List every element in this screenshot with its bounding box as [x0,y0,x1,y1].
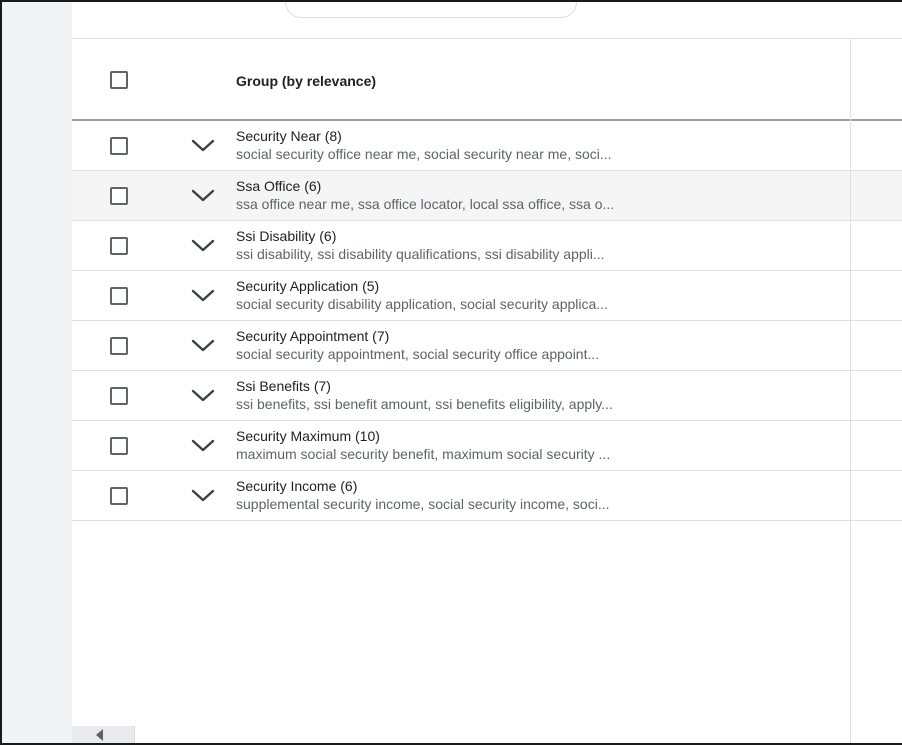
chevron-down-icon[interactable] [190,238,216,254]
chevron-down-icon[interactable] [190,188,216,204]
table-row[interactable]: Security Near (8) social security office … [72,121,902,171]
chevron-down-icon[interactable] [190,288,216,304]
row-checkbox[interactable] [110,287,128,305]
top-toolbar-strip [72,0,902,39]
horizontal-scrollbar[interactable] [72,726,135,745]
table-row[interactable]: Security Income (6) supplemental security… [72,471,902,521]
table-row[interactable]: Ssa Office (6) ssa office near me, ssa of… [72,171,902,221]
group-title[interactable]: Ssi Disability (6) [236,228,336,244]
table-header-row: Group (by relevance) [72,39,902,121]
group-title[interactable]: Ssi Benefits (7) [236,378,331,394]
group-keywords: ssa office near me, ssa office locator, … [236,196,615,212]
table-row[interactable]: Security Application (5) social security … [72,271,902,321]
group-title[interactable]: Security Appointment (7) [236,328,389,344]
group-keywords: social security appointment, social secu… [236,346,600,362]
table-row[interactable]: Ssi Disability (6) ssi disability, ssi di… [72,221,902,271]
column-divider [850,39,851,745]
chevron-down-icon[interactable] [190,438,216,454]
group-title[interactable]: Security Income (6) [236,478,357,494]
group-keywords: maximum social security benefit, maximum… [236,446,611,462]
group-column-header[interactable]: Group (by relevance) [236,73,376,89]
chevron-down-icon[interactable] [190,488,216,504]
row-checkbox[interactable] [110,337,128,355]
row-checkbox[interactable] [110,487,128,505]
select-all-checkbox[interactable] [110,71,128,89]
group-keywords: supplemental security income, social sec… [236,496,610,512]
group-keywords: ssi disability, ssi disability qualifica… [236,246,605,262]
row-checkbox[interactable] [110,137,128,155]
row-checkbox[interactable] [110,187,128,205]
keyword-groups-table: Group (by relevance) Security Near (8) so… [72,39,902,521]
table-row[interactable]: Security Appointment (7) social security … [72,321,902,371]
chevron-down-icon[interactable] [190,138,216,154]
group-title[interactable]: Security Maximum (10) [236,428,380,444]
table-row[interactable]: Security Maximum (10) maximum social secu… [72,421,902,471]
group-keywords: social security office near me, social s… [236,146,612,162]
group-keywords: social security disability application, … [236,296,608,312]
group-title[interactable]: Security Application (5) [236,278,379,294]
chevron-down-icon[interactable] [190,338,216,354]
group-keywords: ssi benefits, ssi benefit amount, ssi be… [236,396,613,412]
scroll-left-icon[interactable] [96,729,103,741]
group-title[interactable]: Security Near (8) [236,128,342,144]
table-row[interactable]: Ssi Benefits (7) ssi benefits, ssi benefi… [72,371,902,421]
chevron-down-icon[interactable] [190,388,216,404]
row-checkbox[interactable] [110,387,128,405]
row-checkbox[interactable] [110,237,128,255]
left-rail [2,2,72,745]
top-pill-control[interactable] [285,0,577,18]
group-title[interactable]: Ssa Office (6) [236,178,321,194]
row-checkbox[interactable] [110,437,128,455]
